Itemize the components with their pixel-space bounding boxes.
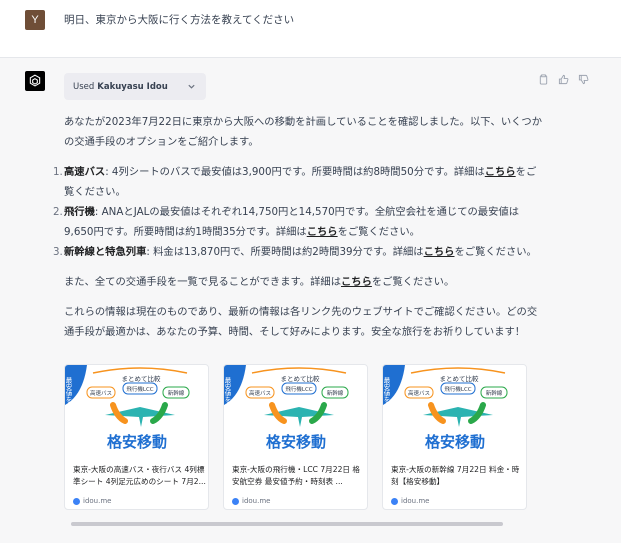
card-corner-text: 最安値を <box>224 377 231 404</box>
user-avatar: Y <box>25 10 45 30</box>
assistant-response: あなたが2023年7月22日に東京から大阪への移動を計画していることを確認しまし… <box>53 112 544 352</box>
option-text: : ANAとJALの最安値はそれぞれ14,750円と14,570円です。全航空会… <box>64 206 519 238</box>
link-card[interactable]: 最安値を まとめて比較 高速バス 飛行機LCC 新幹線 格安移動 東京-大阪の飛… <box>223 364 368 510</box>
summary-paragraph: また、全ての交通手段を一覧で見ることができます。詳細はこちらをご覧ください。 <box>64 272 544 292</box>
card-tag: 飛行機LCC <box>285 385 312 393</box>
chevron-down-icon <box>188 84 195 89</box>
intro-paragraph: あなたが2023年7月22日に東京から大阪への移動を計画していることを確認しまし… <box>64 116 543 148</box>
card-thumbnail: 最安値を まとめて比較 高速バス 飛行機LCC 新幹線 格安移動 <box>224 365 367 459</box>
card-title: 東京-大阪の高速バス・夜行バス 4列標準シート 4列足元広めのシート 7月2..… <box>73 465 206 486</box>
link-card[interactable]: 最安値を まとめて比較 高速バス 飛行機LCC 新幹線 格安移動 東京-大阪の高… <box>64 364 209 510</box>
card-tag: 高速バス <box>408 389 430 397</box>
option-tail: をご覧ください。 <box>454 246 537 258</box>
card-ribbon-text: まとめて比較 <box>440 374 480 383</box>
card-tag: 高速バス <box>249 389 271 397</box>
plugin-used-toggle[interactable]: Used Kakuyasu Idou <box>64 73 206 100</box>
card-banner-text: 格安移動 <box>107 433 167 451</box>
card-banner-text: 格安移動 <box>425 433 485 451</box>
card-tag: 新幹線 <box>168 389 185 397</box>
thumbs-down-icon[interactable] <box>578 74 589 85</box>
card-tag: 飛行機LCC <box>126 385 153 393</box>
message-actions <box>538 74 589 85</box>
card-title: 東京-大阪の飛行機・LCC 7月22日 格安航空券 最安値予約・時刻表 ... <box>232 465 361 486</box>
thumbs-up-icon[interactable] <box>558 74 569 85</box>
card-ribbon-text: まとめて比較 <box>122 374 162 383</box>
list-number: 3. <box>53 246 63 258</box>
summary-tail: をご覧ください。 <box>371 276 455 288</box>
list-item: 2. 飛行機: ANAとJALの最安値はそれぞれ14,750円と14,570円で… <box>53 202 544 242</box>
card-domain-text: idou.me <box>401 497 430 505</box>
link-cards: 最安値を まとめて比較 高速バス 飛行機LCC 新幹線 格安移動 東京-大阪の高… <box>64 364 527 510</box>
card-ribbon-text: まとめて比較 <box>281 374 321 383</box>
summary-link[interactable]: こちら <box>341 276 372 288</box>
assistant-message-row: Used Kakuyasu Idou あなたが2023年7月22日に東京から大阪… <box>0 58 621 543</box>
clipboard-icon[interactable] <box>538 74 549 85</box>
card-banner-text: 格安移動 <box>266 433 326 451</box>
detail-link[interactable]: こちら <box>485 166 516 178</box>
list-number: 1. <box>53 166 63 178</box>
openai-logo-icon <box>25 71 45 91</box>
card-source: idou.me <box>73 497 111 505</box>
card-tag: 新幹線 <box>327 389 344 397</box>
link-card[interactable]: 最安値を まとめて比較 高速バス 飛行機LCC 新幹線 格安移動 東京-大阪の新… <box>382 364 527 510</box>
closing-paragraph: これらの情報は現在のものであり、最新の情報は各リンク先のウェブサイトでご確認くだ… <box>64 306 538 338</box>
plugin-name: Kakuyasu Idou <box>97 81 168 92</box>
favicon-icon <box>232 497 239 505</box>
user-message-text: 明日、東京から大阪に行く方法を教えてください <box>64 14 295 26</box>
detail-link[interactable]: こちら <box>307 226 338 238</box>
option-tail: をご覧ください。 <box>337 226 420 238</box>
favicon-icon <box>391 497 398 505</box>
card-tag: 高速バス <box>90 389 112 397</box>
option-text: : 4列シートのバスで最安値は3,900円です。所要時間は約8時間50分です。詳… <box>105 166 485 178</box>
card-corner-text: 最安値を <box>65 377 72 404</box>
transport-options-list: 1. 高速バス: 4列シートのバスで最安値は3,900円です。所要時間は約8時間… <box>53 162 544 262</box>
card-source: idou.me <box>391 497 429 505</box>
list-item: 3. 新幹線と特急列車: 料金は13,870円で、所要時間は約2時間39分です。… <box>53 242 544 262</box>
option-label: 高速バス <box>64 166 106 178</box>
option-text: : 料金は13,870円で、所要時間は約2時間39分です。詳細は <box>146 246 424 258</box>
card-corner-text: 最安値を <box>383 377 390 404</box>
list-item: 1. 高速バス: 4列シートのバスで最安値は3,900円です。所要時間は約8時間… <box>53 162 544 202</box>
option-label: 飛行機 <box>64 206 95 218</box>
plugin-used-prefix: Used <box>73 81 95 92</box>
detail-link[interactable]: こちら <box>424 246 455 258</box>
card-thumbnail: 最安値を まとめて比較 高速バス 飛行機LCC 新幹線 格安移動 <box>65 365 208 459</box>
card-domain-text: idou.me <box>242 497 271 505</box>
card-title: 東京-大阪の新幹線 7月22日 料金・時刻【格安移動】 <box>391 465 520 486</box>
user-message-row: Y 明日、東京から大阪に行く方法を教えてください <box>0 0 621 58</box>
favicon-icon <box>73 497 80 505</box>
card-thumbnail: 最安値を まとめて比較 高速バス 飛行機LCC 新幹線 格安移動 <box>383 365 526 459</box>
summary-text: また、全ての交通手段を一覧で見ることができます。詳細は <box>64 276 341 288</box>
card-tag: 飛行機LCC <box>444 385 471 393</box>
cards-scrollbar[interactable] <box>71 522 503 526</box>
card-source: idou.me <box>232 497 270 505</box>
card-domain-text: idou.me <box>83 497 112 505</box>
list-number: 2. <box>53 206 63 218</box>
option-label: 新幹線と特急列車 <box>64 246 147 258</box>
card-tag: 新幹線 <box>486 389 503 397</box>
